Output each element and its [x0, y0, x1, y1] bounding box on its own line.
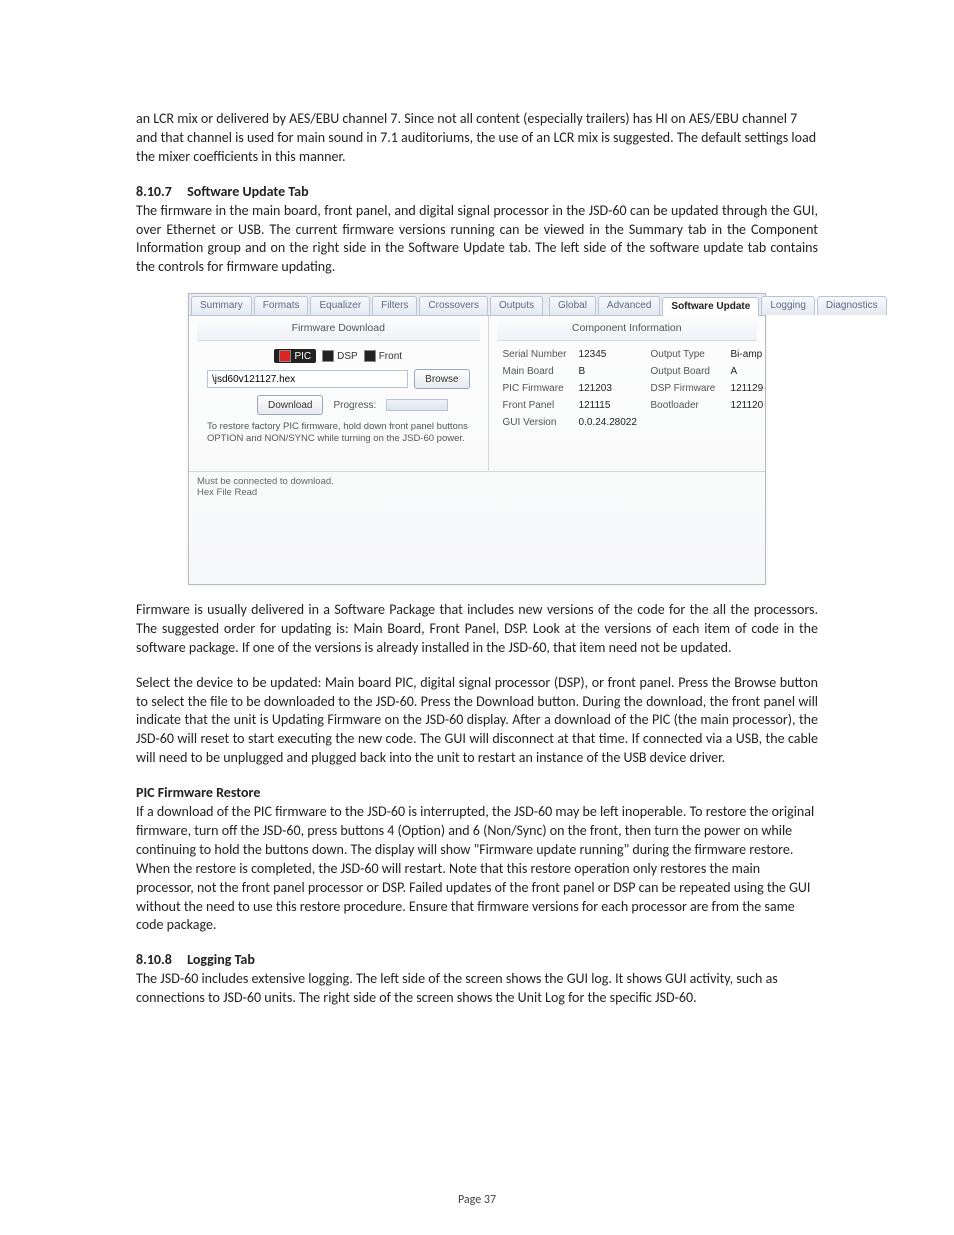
- section-title: Software Update Tab: [187, 183, 308, 200]
- label-pic-firmware: PIC Firmware: [503, 383, 573, 394]
- label-serial-number: Serial Number: [503, 349, 573, 360]
- tab-summary[interactable]: Summary: [191, 296, 252, 315]
- section-8-10-8-paragraph: The JSD-60 includes extensive logging. T…: [136, 970, 818, 1008]
- value-front-panel: 121115: [579, 400, 645, 411]
- page-number: Page 37: [0, 1193, 954, 1207]
- tab-crossovers[interactable]: Crossovers: [419, 296, 488, 315]
- value-serial-number: 12345: [579, 349, 645, 360]
- value-dsp-firmware: 121129: [731, 383, 781, 394]
- value-gui-version: 0.0.24.28022: [579, 417, 645, 428]
- status-area: Must be connected to download. Hex File …: [189, 471, 765, 584]
- label-bootloader: Bootloader: [651, 400, 725, 411]
- firmware-download-title: Firmware Download: [197, 320, 480, 341]
- tab-formats[interactable]: Formats: [254, 296, 309, 315]
- file-path-input[interactable]: [207, 370, 408, 388]
- progress-bar: [386, 399, 448, 411]
- label-output-type: Output Type: [651, 349, 725, 360]
- firmware-download-panel: Firmware Download PIC DSP Front: [189, 316, 489, 471]
- status-line-1: Must be connected to download.: [197, 476, 757, 487]
- chip-dsp-label: DSP: [337, 351, 358, 362]
- value-pic-firmware: 121203: [579, 383, 645, 394]
- tab-advanced[interactable]: Advanced: [598, 296, 660, 315]
- paragraph-select-device: Select the device to be updated: Main bo…: [136, 674, 818, 768]
- component-info-grid: Serial Number 12345 Output Type Bi-amp M…: [503, 349, 751, 428]
- target-chips: PIC DSP Front: [197, 349, 480, 363]
- chip-dsp[interactable]: DSP: [322, 349, 358, 363]
- tab-outputs[interactable]: Outputs: [490, 296, 543, 315]
- tab-global[interactable]: Global: [549, 296, 596, 315]
- component-info-title: Component Information: [497, 320, 757, 341]
- chip-front[interactable]: Front: [364, 349, 402, 363]
- panel-row: Firmware Download PIC DSP Front: [189, 316, 765, 471]
- download-button[interactable]: Download: [257, 395, 323, 415]
- tab-diagnostics[interactable]: Diagnostics: [817, 296, 887, 315]
- status-line-2: Hex File Read: [197, 487, 757, 498]
- intro-paragraph: an LCR mix or delivered by AES/EBU chann…: [136, 110, 818, 167]
- chip-front-label: Front: [379, 351, 402, 362]
- value-bootloader: 121120: [731, 400, 781, 411]
- section-heading-8-10-7: 8.10.7 Software Update Tab: [136, 183, 818, 200]
- label-main-board: Main Board: [503, 366, 573, 377]
- value-main-board: B: [579, 366, 645, 377]
- screenshot-container: Summary Formats Equalizer Filters Crosso…: [136, 293, 818, 585]
- label-gui-version: GUI Version: [503, 417, 573, 428]
- label-front-panel: Front Panel: [503, 400, 573, 411]
- component-info-panel: Component Information Serial Number 1234…: [489, 316, 765, 471]
- download-row: Download Progress:: [257, 395, 470, 415]
- value-output-type: Bi-amp: [731, 349, 781, 360]
- section-number: 8.10.7: [136, 183, 184, 200]
- restore-hint: To restore factory PIC firmware, hold do…: [207, 421, 470, 445]
- chip-pic-label: PIC: [294, 351, 311, 362]
- tab-equalizer[interactable]: Equalizer: [310, 296, 370, 315]
- section-number: 8.10.8: [136, 951, 184, 968]
- document-page: an LCR mix or delivered by AES/EBU chann…: [0, 0, 954, 1235]
- pic-swatch-icon: [279, 350, 291, 362]
- label-output-board: Output Board: [651, 366, 725, 377]
- paragraph-pic-restore: If a download of the PIC firmware to the…: [136, 803, 818, 935]
- value-output-board: A: [731, 366, 781, 377]
- subheading-pic-restore: PIC Firmware Restore: [136, 784, 818, 801]
- section-title: Logging Tab: [187, 951, 255, 968]
- section-8-10-7-paragraph: The firmware in the main board, front pa…: [136, 202, 818, 278]
- front-swatch-icon: [364, 350, 376, 362]
- tab-software-update[interactable]: Software Update: [662, 297, 759, 316]
- section-heading-8-10-8: 8.10.8 Logging Tab: [136, 951, 818, 968]
- chip-pic[interactable]: PIC: [274, 349, 316, 363]
- gui-screenshot: Summary Formats Equalizer Filters Crosso…: [188, 293, 766, 585]
- paragraph-firmware-delivery: Firmware is usually delivered in a Softw…: [136, 601, 818, 658]
- label-dsp-firmware: DSP Firmware: [651, 383, 725, 394]
- tab-logging[interactable]: Logging: [761, 296, 815, 315]
- file-bar: Browse: [207, 369, 470, 389]
- browse-button[interactable]: Browse: [414, 369, 469, 389]
- tab-strip: Summary Formats Equalizer Filters Crosso…: [189, 294, 765, 316]
- dsp-swatch-icon: [322, 350, 334, 362]
- tab-filters[interactable]: Filters: [372, 296, 417, 315]
- progress-label: Progress:: [333, 400, 376, 411]
